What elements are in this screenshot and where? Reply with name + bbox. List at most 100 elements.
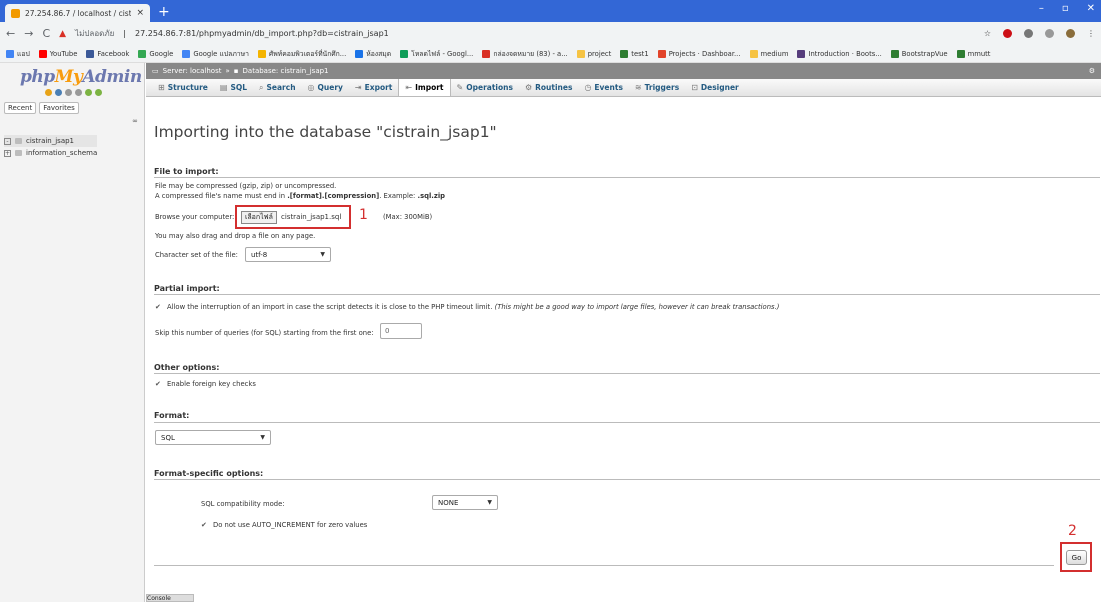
breadcrumb-server[interactable]: Server: localhost [163, 67, 222, 75]
skip-queries-input[interactable]: 0 [380, 323, 422, 339]
tab-operations[interactable]: ✎ Operations [451, 79, 519, 96]
extension-icon[interactable] [1024, 29, 1033, 38]
annotation-step-2: 2 [1068, 523, 1077, 539]
wrench-icon: ✎ [456, 83, 464, 92]
new-tab-button[interactable]: + [158, 4, 170, 20]
bookmark-item[interactable]: test1 [620, 49, 649, 58]
bookmark-item[interactable]: Introduction · Boots... [797, 49, 882, 58]
help-icon[interactable] [65, 89, 72, 96]
bookmark-item[interactable]: แอป [6, 48, 30, 59]
sql-icon: ▤ [219, 83, 228, 92]
database-tree: - cistrain_jsap1 + information_schema [4, 135, 98, 159]
bookmark-item[interactable]: Facebook [86, 49, 129, 58]
sidebar-tabs: Recent Favorites [0, 96, 144, 114]
skip-queries-label: Skip this number of queries (for SQL) st… [155, 329, 374, 337]
section-title-partial: Partial import: [154, 284, 220, 293]
charset-select[interactable]: utf-8 ▼ [245, 247, 331, 262]
bookmark-item[interactable]: Projects · Dashboar... [657, 49, 741, 58]
gear-icon[interactable]: ⚙ [1089, 67, 1095, 75]
search-icon: ⌕ [259, 82, 264, 92]
divider [154, 422, 1100, 423]
tab-structure[interactable]: ⊞ Structure [152, 79, 214, 96]
address-bar: ← → C ▲ ไม่ปลอดภัย | 27.254.86.7:81/phpm… [0, 22, 1101, 45]
bookmark-item[interactable]: กล่องจดหมาย (83) - a... [482, 48, 568, 59]
compat-mode-select[interactable]: NONE ▼ [432, 495, 498, 510]
query-icon: ◎ [307, 83, 315, 92]
tab-routines[interactable]: ⚙ Routines [519, 79, 579, 96]
breadcrumb-separator: » [225, 67, 230, 75]
tab-sql[interactable]: ▤ SQL [214, 79, 253, 96]
divider [154, 294, 1100, 295]
bookmark-item[interactable]: YouTube [38, 49, 77, 58]
home-icon[interactable] [45, 89, 52, 96]
tab-recent[interactable]: Recent [4, 102, 37, 114]
auto-increment-checkbox[interactable]: ✔ [201, 522, 208, 529]
bookmark-item[interactable]: BootstrapVue [890, 49, 948, 58]
tab-designer[interactable]: ⊡ Designer [685, 79, 745, 96]
main-menu: ⊞ Structure ▤ SQL ⌕ Search ◎ Query ⇥ Export ⇤… [146, 79, 1101, 97]
apps-icon [6, 49, 14, 58]
settings-icon[interactable] [85, 89, 92, 96]
profile-avatar[interactable] [1066, 29, 1075, 38]
sidebar-item-cistrain-jsap1[interactable]: - cistrain_jsap1 [4, 135, 98, 147]
tab-triggers[interactable]: ≋ Triggers [629, 79, 685, 96]
folder-icon [576, 49, 585, 58]
import-page: Importing into the database "cistrain_js… [146, 97, 1101, 602]
url-separator: | [123, 29, 126, 38]
sidebar-item-information-schema[interactable]: + information_schema [4, 147, 97, 159]
browser-tab[interactable]: 27.254.86.7 / localhost / cistrain_ × [5, 4, 150, 22]
menu-icon[interactable]: ⋮ [1087, 29, 1095, 38]
bookmark-item[interactable]: ศัพท์คอมพิวเตอร์ที่นักศึก... [257, 48, 346, 59]
back-icon[interactable]: ← [6, 27, 15, 40]
choose-file-button[interactable]: เลือกไฟล์ [241, 211, 277, 224]
bookmark-item[interactable]: Google [138, 49, 173, 58]
tab-search[interactable]: ⌕ Search [253, 79, 302, 96]
forward-icon[interactable]: → [24, 27, 33, 40]
minimize-icon[interactable]: – [1039, 3, 1044, 14]
section-title-format-specific: Format-specific options: [154, 469, 264, 478]
expand-icon[interactable]: + [4, 149, 11, 157]
reload-icon[interactable]: C [42, 27, 50, 40]
translate-icon [182, 49, 191, 58]
reload-nav-icon[interactable] [95, 89, 102, 96]
bookmark-item[interactable]: mmutt [956, 49, 990, 58]
tab-favorites[interactable]: Favorites [39, 102, 79, 114]
charset-label: Character set of the file: [155, 251, 238, 259]
database-icon [15, 150, 22, 156]
close-window-icon[interactable]: ✕ [1087, 3, 1095, 14]
tab-query[interactable]: ◎ Query [302, 79, 349, 96]
bookmark-page-icon [257, 49, 266, 58]
divider [154, 373, 1100, 374]
bookmark-item[interactable]: ห้องสมุด [355, 48, 391, 59]
go-button[interactable]: Go [1066, 550, 1087, 565]
breadcrumb-database[interactable]: Database: cistrain_jsap1 [243, 67, 329, 75]
phpmyadmin-logo[interactable]: phpMyAdmin [0, 63, 144, 87]
database-icon: ▪ [233, 67, 239, 75]
collapse-link-icon[interactable]: ∞ [132, 117, 138, 125]
expand-icon[interactable]: - [4, 137, 11, 145]
designer-icon: ⊡ [691, 83, 698, 92]
foreign-key-checkbox[interactable]: ✔ [155, 381, 162, 388]
maximize-icon[interactable]: ▫ [1062, 3, 1069, 14]
vue-icon [620, 49, 629, 58]
tab-events[interactable]: ◷ Events [578, 79, 628, 96]
tab-close-icon[interactable]: × [136, 8, 144, 18]
format-select[interactable]: SQL ▼ [155, 430, 271, 445]
opera-icon[interactable] [1003, 29, 1012, 38]
bookmark-item[interactable]: โหลดไฟล์ - Googl... [400, 48, 473, 59]
url-input[interactable]: 27.254.86.7:81/phpmyadmin/db_import.php?… [135, 29, 389, 38]
console-toggle[interactable]: Console [146, 594, 194, 602]
export-icon: ⇥ [354, 83, 362, 92]
bookmark-item[interactable]: project [576, 49, 611, 58]
allow-interrupt-checkbox[interactable]: ✔ [155, 304, 162, 311]
clock-icon: ◷ [584, 83, 592, 92]
bookmark-item[interactable]: medium [749, 49, 788, 58]
tab-import[interactable]: ⇤ Import [398, 79, 451, 96]
google-icon [138, 49, 147, 58]
logout-icon[interactable] [55, 89, 62, 96]
docs-icon[interactable] [75, 89, 82, 96]
bookmark-item[interactable]: Google แปลภาษา [182, 48, 249, 59]
cast-icon[interactable] [1045, 29, 1054, 38]
tab-export[interactable]: ⇥ Export [349, 79, 398, 96]
star-icon[interactable]: ☆ [984, 29, 991, 38]
